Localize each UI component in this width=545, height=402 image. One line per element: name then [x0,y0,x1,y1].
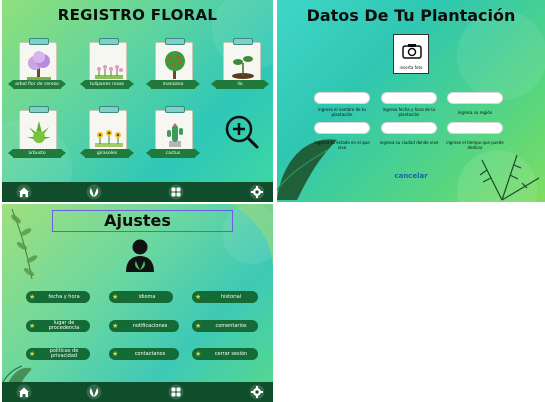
settings-button-fecha-hora[interactable]: ★ fecha y hora [26,291,90,303]
user-avatar-icon [126,239,154,272]
field-label: ingresa su región [457,110,493,115]
clip-icon [165,106,185,113]
tulips-icon [95,65,123,79]
clip-icon [99,38,119,45]
gear-icon[interactable] [249,184,265,200]
sunflowers-icon [95,130,123,147]
page-title: REGISTRO FLORAL [57,6,218,24]
settings-button-historial[interactable]: ★ historial [192,291,258,303]
plant-card-arbusto[interactable] [19,106,57,150]
star-icon: ★ [112,350,119,358]
settings-button-comentarios[interactable]: ★ comentarios [192,320,258,332]
bottom-navbar [2,382,273,402]
settings-button-lugar-procedencia[interactable]: ★ lugar de procedencia [26,320,90,332]
background-decoration [2,0,273,202]
plant-label-banner: cactus [146,149,200,158]
settings-button-idioma[interactable]: ★ idioma [109,291,173,303]
star-icon: ★ [112,322,119,330]
settings-button-notificaciones[interactable]: ★ notificaciones [109,320,179,332]
plant-card-cerezo[interactable] [19,38,57,82]
leaves-icon[interactable] [86,384,102,400]
sprout-icon [232,56,254,79]
home-icon[interactable] [16,184,32,200]
plantation-name-field[interactable] [314,92,370,104]
grid-icon[interactable] [168,184,184,200]
plant-label-banner: arbol flor de cerezo [8,80,66,89]
region-field[interactable] [447,92,503,104]
star-icon: ★ [195,322,202,330]
background-decoration [2,204,273,402]
star-icon: ★ [29,322,36,330]
insert-photo-button[interactable]: inserta foto [393,34,429,74]
ajustes-screen: Ajustes ★ fecha y hora ★ idioma ★ histor… [2,204,273,402]
plant-label-banner: tulipanes rosas [80,80,134,89]
plant-card-manzano[interactable] [155,38,193,82]
apple-tree-icon [165,51,185,79]
camera-icon [402,44,422,59]
plant-label-banner: ilo [211,80,269,89]
datos-plantacion-screen: Datos De Tu Plantación inserta foto ingr… [277,0,545,202]
page-title: Datos De Tu Plantación [306,6,516,25]
clip-icon [99,106,119,113]
cherry-tree-icon [27,51,51,80]
clip-icon [233,38,253,45]
cancel-button[interactable]: cancelar [277,172,545,180]
star-icon: ★ [112,293,119,301]
bottom-navbar [2,182,273,202]
plant-card-cactus[interactable] [155,106,193,150]
cactus-icon [167,123,183,147]
field-label: ingresa su estado en el que vive [314,140,370,150]
star-icon: ★ [195,350,202,358]
clip-icon [165,38,185,45]
field-label: ingresa fecha y hora de tu plantación [382,107,436,117]
star-icon: ★ [29,293,36,301]
plant-card-girasoles[interactable] [89,106,127,150]
magnifier-plus-icon[interactable] [224,114,260,150]
gear-icon[interactable] [249,384,265,400]
plant-card-ilo[interactable] [223,38,261,82]
star-icon: ★ [195,293,202,301]
insert-photo-label: inserta foto [399,65,423,70]
bush-icon [27,121,51,143]
plantation-date-field[interactable] [381,92,437,104]
field-label: ingresa el tiempo que puede dedicar [446,140,504,150]
registro-floral-screen: REGISTRO FLORAL arbol flor de cerezo tul… [2,0,273,202]
grid-icon[interactable] [168,384,184,400]
star-icon: ★ [29,350,36,358]
page-title: Ajustes [104,211,171,230]
field-label: ingresa el nombre de tu plantación [318,107,366,117]
settings-button-cerrar-sesion[interactable]: ★ cerrar sesión [192,348,258,360]
plant-card-tulipanes[interactable] [89,38,127,82]
clip-icon [29,106,49,113]
settings-button-contactanos[interactable]: ★ contactanos [109,348,179,360]
city-field[interactable] [381,122,437,134]
field-label: ingresa su ciudad donde vive [379,140,439,145]
clip-icon [29,38,49,45]
state-field[interactable] [314,122,370,134]
leaves-icon[interactable] [86,184,102,200]
plant-label-banner: girasoles [80,149,134,158]
plant-label-banner: arbusto [8,149,66,158]
time-field[interactable] [447,122,503,134]
plant-label-banner: manzano [146,80,200,89]
settings-button-politicas-privacidad[interactable]: ★ politicas de privacidad [26,348,90,360]
home-icon[interactable] [16,384,32,400]
